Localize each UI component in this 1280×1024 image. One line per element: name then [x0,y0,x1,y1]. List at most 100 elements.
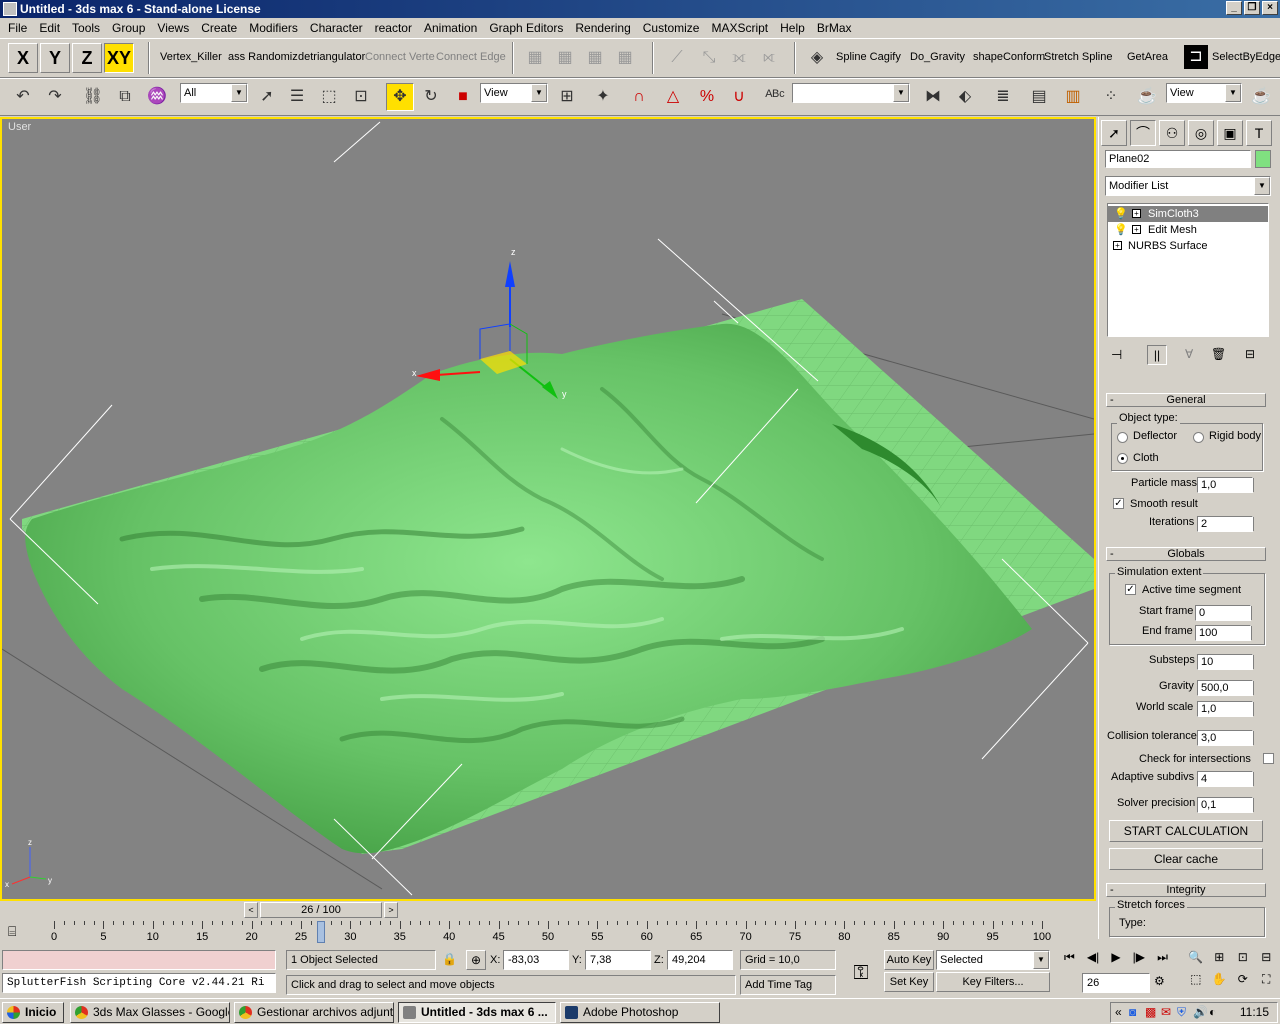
smooth-result-checkbox[interactable]: ✓ [1113,498,1124,509]
remove-modifier-icon[interactable]: 🗑 [1211,347,1226,361]
stack-item-simcloth3[interactable]: 💡 + SimCloth3 [1108,206,1268,222]
next-key-icon[interactable]: |▶ [1133,950,1145,970]
select-and-move-icon[interactable]: ✥ [386,83,414,111]
restore-button[interactable]: ❐ [1244,1,1260,15]
collision-tolerance-spinner[interactable]: 3,0 [1197,730,1262,746]
grid-icon-4[interactable]: ▦ [612,45,638,71]
menu-views[interactable]: Views [151,21,195,35]
task-chrome-glasses[interactable]: 3ds Max Glasses - Google... [70,1002,230,1023]
check-intersections-checkbox[interactable] [1263,753,1274,764]
select-object-icon[interactable]: ➚ [254,84,280,110]
modifier-list-dropdown[interactable]: Modifier List ▼ [1105,176,1271,196]
start-button[interactable]: Inicio [2,1002,64,1023]
make-unique-icon[interactable]: ∀ [1185,347,1193,361]
current-frame-marker[interactable] [316,921,325,943]
script-select-by-edge[interactable]: SelectByEdge [1212,51,1280,63]
edge-tool-icon[interactable]: ⟋ [664,45,690,71]
configure-modifier-sets-icon[interactable]: ⊟ [1245,347,1255,361]
close-button[interactable]: × [1262,1,1278,15]
expand-icon[interactable]: + [1132,209,1141,218]
rectangular-selection-icon[interactable]: ⬚ [316,84,342,110]
script-shape-conform[interactable]: shapeConform [973,51,1045,63]
viewport-label[interactable]: User [8,121,31,133]
track-bar[interactable]: ⌸ 0 5 10 15 20 25 30 35 40 45 50 55 60 65 70 75 80 85 90 95… [0,919,1096,947]
next-frame-button[interactable]: > [384,902,398,918]
show-end-result-icon[interactable]: || [1147,345,1167,365]
start-calculation-button[interactable]: START CALCULATION [1109,820,1263,842]
script-vertex-killer[interactable]: Vertex_Killer [160,51,222,63]
lightbulb-icon[interactable]: 💡 [1114,206,1128,222]
menu-customize[interactable]: Customize [637,21,706,35]
grid-icon-3[interactable]: ▦ [582,45,608,71]
menu-rendering[interactable]: Rendering [569,21,636,35]
mirror-icon[interactable]: ⧓ [920,84,946,110]
start-frame-spinner[interactable]: 0 [1195,605,1260,621]
menu-file[interactable]: File [2,21,33,35]
axis-x-button[interactable]: X [8,43,38,73]
script-get-area[interactable]: GetArea [1127,51,1168,63]
script-connect-vertex[interactable]: Connect Verte [365,51,435,63]
menu-brmax[interactable]: BrMax [811,21,858,35]
menu-group[interactable]: Group [106,21,151,35]
weld-tool-icon[interactable]: ⟗ [726,45,752,71]
percent-snap-icon[interactable]: % [694,84,720,110]
angle-snap-icon[interactable]: △ [660,84,686,110]
gmail-icon[interactable]: ✉ [1161,1003,1171,1022]
render-type-dropdown[interactable]: View ▼ [1166,83,1242,103]
named-selection-dropdown[interactable]: ▼ [792,83,910,103]
undo-icon[interactable]: ↶ [10,84,36,110]
key-mode-dropdown[interactable]: Selected ▼ [936,950,1050,970]
schematic-view-icon[interactable]: ▥ [1060,84,1086,110]
time-configuration-icon[interactable]: ⚙ [1154,974,1165,988]
grid-icon-2[interactable]: ▦ [552,45,578,71]
substeps-spinner[interactable]: 10 [1197,654,1262,670]
vertex-tool-icon[interactable]: ⤡ [696,45,722,71]
menu-reactor[interactable]: reactor [369,21,418,35]
region-zoom-icon[interactable]: ⬚ [1184,972,1208,995]
layer-manager-icon[interactable]: ≣ [990,84,1016,110]
task-3dsmax[interactable]: Untitled - 3ds max 6 ... [398,1002,556,1023]
selection-lock-icon[interactable]: 🔒 [442,952,457,966]
pivot-center-icon[interactable]: ⊞ [554,84,580,110]
script-mass-randomize[interactable]: ass Randomiz [228,51,298,63]
select-by-name-icon[interactable]: ☰ [284,84,310,110]
axis-z-button[interactable]: Z [72,43,102,73]
expand-tray-icon[interactable]: « [1115,1003,1122,1022]
create-tab-icon[interactable]: ➚ [1101,120,1127,146]
task-chrome-attachments[interactable]: Gestionar archivos adjunt... [234,1002,394,1023]
zoom-icon[interactable]: 🔍 [1184,950,1208,972]
script-detriangulator[interactable]: detriangulator [298,51,365,63]
adaptive-subdivs-spinner[interactable]: 4 [1197,771,1262,787]
axis-xy-button[interactable]: XY [104,43,134,73]
script-spline-cagify[interactable]: Spline Cagify [836,51,901,63]
integrity-rollout-header[interactable]: - Integrity [1106,883,1266,897]
utilities-tab-icon[interactable]: T [1246,120,1272,146]
select-by-edge-icon[interactable]: ⊐ [1184,45,1208,69]
arc-rotate-icon[interactable]: ⟳ [1231,972,1255,995]
task-photoshop[interactable]: Adobe Photoshop [560,1002,720,1023]
menu-help[interactable]: Help [774,21,811,35]
expand-icon[interactable]: + [1132,225,1141,234]
previous-key-icon[interactable]: ◀| [1087,950,1099,970]
bind-space-warp-icon[interactable]: ♒ [144,84,170,110]
current-frame-field[interactable]: 26 [1082,973,1150,993]
go-to-end-icon[interactable]: ⏭ [1157,950,1168,970]
language-icon[interactable]: ◐ [1209,1003,1216,1022]
globals-rollout-header[interactable]: - Globals [1106,547,1266,561]
solver-precision-spinner[interactable]: 0,1 [1197,797,1262,813]
world-scale-spinner[interactable]: 1,0 [1197,701,1262,717]
spline-cagify-icon[interactable]: ◈ [804,45,830,71]
perspective-viewport[interactable]: z x y z x y User [0,117,1096,901]
set-key-icon[interactable]: ⚿ [842,955,880,991]
spinner-snap-icon[interactable]: ∪ [726,84,752,110]
edit-named-selection-icon[interactable]: ᴬᴮᶜ [762,84,788,110]
menu-character[interactable]: Character [304,21,369,35]
manipulate-icon[interactable]: ✦ [590,84,616,110]
redo-icon[interactable]: ↷ [42,84,68,110]
security-shield-icon[interactable]: ⛨ [1177,1003,1186,1022]
lightbulb-icon[interactable]: 💡 [1114,222,1128,238]
object-color-swatch[interactable] [1255,150,1271,168]
cloth-radio[interactable] [1117,453,1128,464]
volume-icon[interactable]: 🔊 [1193,1003,1208,1022]
motion-tab-icon[interactable]: ◎ [1188,120,1214,146]
